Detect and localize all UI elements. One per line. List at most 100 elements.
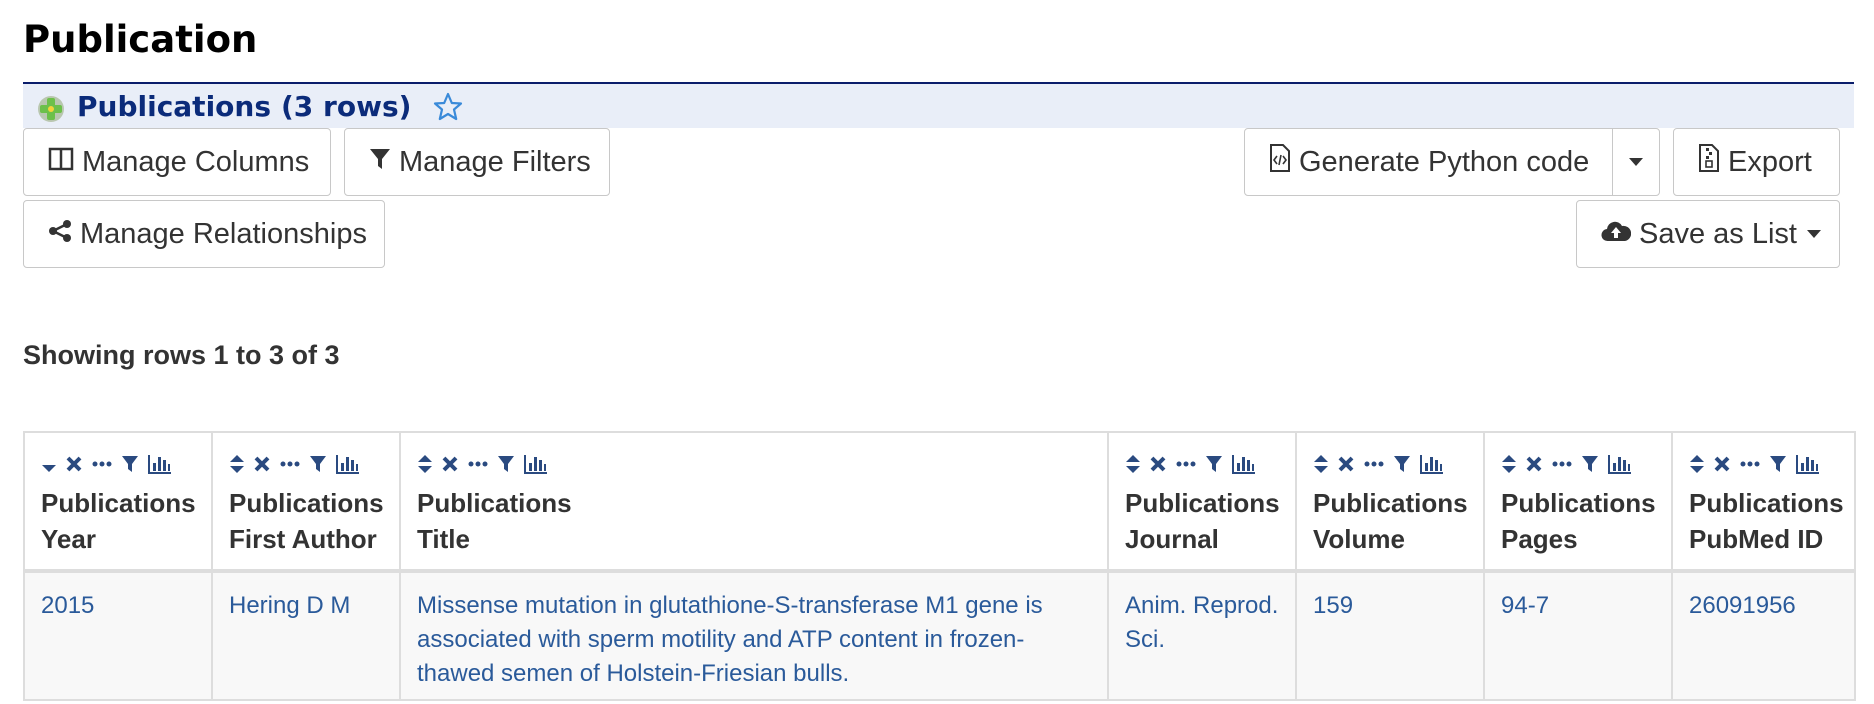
more-icon[interactable] — [279, 455, 301, 473]
sort-icon[interactable] — [1125, 453, 1141, 475]
column-header-volume: Publications Volume — [1295, 431, 1485, 573]
filter-icon[interactable] — [121, 454, 139, 474]
column-name: Publications — [417, 488, 572, 518]
filter-icon[interactable] — [1205, 454, 1223, 474]
column-header-title: Publications Title — [399, 431, 1109, 573]
column-name: Volume — [1313, 524, 1405, 554]
save-as-list-label: Save as List — [1639, 217, 1797, 250]
code-file-icon — [1269, 144, 1291, 180]
results-header: Publications (3 rows) — [23, 82, 1854, 128]
column-tools — [1125, 451, 1279, 477]
cell-volume[interactable]: 159 — [1295, 570, 1485, 701]
export-file-icon — [1698, 144, 1720, 180]
results-table: Publications Year Publications First Aut… — [23, 431, 1856, 701]
column-name: Publications — [1689, 488, 1844, 518]
column-name: Year — [41, 524, 96, 554]
bar-chart-icon[interactable] — [1419, 453, 1445, 475]
cell-journal[interactable]: Anim. Reprod. Sci. — [1107, 570, 1297, 701]
column-tools — [1689, 451, 1838, 477]
more-icon[interactable] — [1739, 455, 1761, 473]
bar-chart-icon[interactable] — [1795, 453, 1821, 475]
remove-column-icon[interactable] — [441, 455, 459, 473]
remove-column-icon[interactable] — [253, 455, 271, 473]
column-tools — [41, 451, 195, 477]
cell-year[interactable]: 2015 — [23, 570, 213, 701]
bar-chart-icon[interactable] — [335, 453, 361, 475]
bar-chart-icon[interactable] — [523, 453, 549, 475]
chevron-down-icon — [1806, 230, 1821, 238]
export-button[interactable]: Export — [1673, 128, 1840, 196]
filter-icon[interactable] — [497, 454, 515, 474]
sort-icon[interactable] — [1313, 453, 1329, 475]
more-icon[interactable] — [467, 455, 489, 473]
column-name: Journal — [1125, 524, 1219, 554]
manage-filters-label: Manage Filters — [399, 145, 591, 178]
cell-pubmed-id[interactable]: 26091956 — [1671, 570, 1856, 701]
bar-chart-icon[interactable] — [1231, 453, 1257, 475]
column-header-journal: Publications Journal — [1107, 431, 1297, 573]
sort-icon[interactable] — [1501, 453, 1517, 475]
column-name: Publications — [41, 488, 196, 518]
column-tools — [229, 451, 383, 477]
generate-python-code-label: Generate Python code — [1299, 145, 1590, 178]
remove-column-icon[interactable] — [65, 455, 83, 473]
bar-chart-icon[interactable] — [147, 453, 173, 475]
cell-pages[interactable]: 94-7 — [1483, 570, 1673, 701]
column-tools — [1313, 451, 1467, 477]
page-title: Publication — [23, 18, 258, 61]
export-label: Export — [1728, 145, 1812, 178]
manage-relationships-label: Manage Relationships — [80, 217, 367, 250]
column-name: PubMed ID — [1689, 524, 1824, 554]
more-icon[interactable] — [1175, 455, 1197, 473]
chevron-down-icon — [1629, 158, 1643, 166]
remove-column-icon[interactable] — [1337, 455, 1355, 473]
generate-python-code-button[interactable]: Generate Python code — [1244, 128, 1614, 196]
column-name: Publications — [229, 488, 384, 518]
filter-icon — [369, 146, 391, 179]
column-header-pubmed-id: Publications PubMed ID — [1671, 431, 1856, 573]
cell-title[interactable]: Missense mutation in glutathione-S-trans… — [399, 570, 1109, 701]
column-tools — [417, 451, 1091, 477]
sort-icon[interactable] — [1689, 453, 1705, 475]
column-name: First Author — [229, 524, 377, 554]
manage-columns-button[interactable]: Manage Columns — [23, 128, 331, 196]
manage-relationships-button[interactable]: Manage Relationships — [23, 200, 385, 268]
more-icon[interactable] — [1551, 455, 1573, 473]
remove-column-icon[interactable] — [1525, 455, 1543, 473]
filter-icon[interactable] — [309, 454, 327, 474]
cell-first-author[interactable]: Hering D M — [211, 570, 401, 701]
column-name: Pages — [1501, 524, 1578, 554]
code-language-dropdown[interactable] — [1612, 128, 1660, 196]
manage-filters-button[interactable]: Manage Filters — [344, 128, 610, 196]
more-icon[interactable] — [91, 455, 113, 473]
table-row: 2015 Hering D M Missense mutation in glu… — [23, 570, 1856, 701]
pagination-status: Showing rows 1 to 3 of 3 — [23, 340, 340, 370]
column-tools — [1501, 451, 1655, 477]
filter-icon[interactable] — [1581, 454, 1599, 474]
bar-chart-icon[interactable] — [1607, 453, 1633, 475]
sort-desc-icon[interactable] — [41, 454, 57, 474]
sort-icon[interactable] — [417, 453, 433, 475]
intermine-logo-icon — [38, 96, 64, 122]
table-header-row: Publications Year Publications First Aut… — [23, 431, 1856, 573]
remove-column-icon[interactable] — [1149, 455, 1167, 473]
sort-icon[interactable] — [229, 453, 245, 475]
column-name: Title — [417, 524, 470, 554]
column-header-pages: Publications Pages — [1483, 431, 1673, 573]
column-name: Publications — [1501, 488, 1656, 518]
column-header-year: Publications Year — [23, 431, 213, 573]
column-header-first-author: Publications First Author — [211, 431, 401, 573]
filter-icon[interactable] — [1769, 454, 1787, 474]
remove-column-icon[interactable] — [1713, 455, 1731, 473]
row-count: (3 rows) — [281, 90, 412, 123]
share-icon — [48, 218, 72, 251]
column-name: Publications — [1125, 488, 1280, 518]
manage-columns-label: Manage Columns — [82, 145, 310, 178]
more-icon[interactable] — [1363, 455, 1385, 473]
save-as-list-button[interactable]: Save as List — [1576, 200, 1840, 268]
filter-icon[interactable] — [1393, 454, 1411, 474]
columns-icon — [48, 146, 74, 179]
cloud-upload-icon — [1601, 218, 1632, 251]
star-icon[interactable] — [433, 92, 463, 122]
results-title: Publications — [77, 90, 272, 123]
